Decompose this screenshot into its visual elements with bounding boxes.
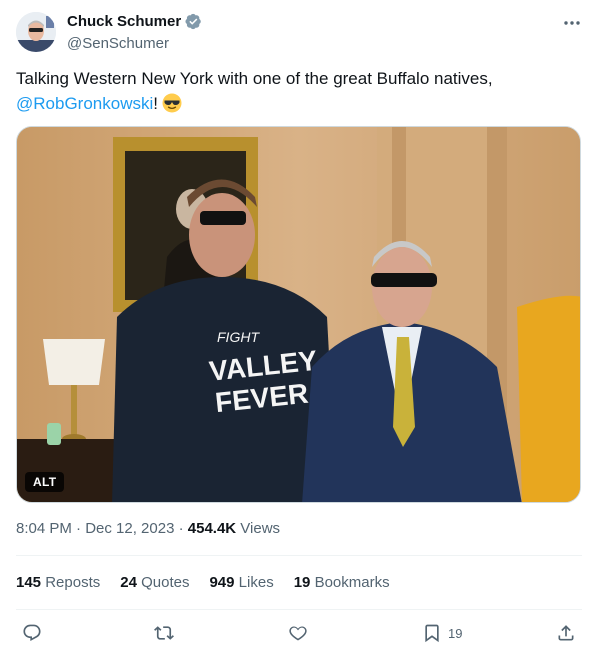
- avatar-image: [16, 12, 56, 52]
- bookmark-button[interactable]: 19: [422, 618, 462, 648]
- tweet-timestamp[interactable]: 8:04 PM · Dec 12, 2023 ·: [16, 520, 188, 537]
- reposts-count: 145: [16, 574, 42, 591]
- quotes-label: Quotes: [141, 574, 190, 591]
- mention-link[interactable]: @RobGronkowski: [16, 94, 153, 113]
- tweet-header: Chuck Schumer @SenSchumer: [16, 10, 582, 54]
- bookmarks-label: Bookmarks: [314, 574, 390, 591]
- user-handle[interactable]: @SenSchumer: [67, 35, 169, 52]
- alt-text-badge[interactable]: ALT: [25, 472, 65, 492]
- avatar[interactable]: [16, 12, 56, 52]
- verified-badge-icon: [185, 13, 201, 30]
- quotes-stat[interactable]: 24 Quotes: [120, 574, 189, 591]
- action-bar: 19: [16, 618, 582, 648]
- sunglasses-emoji-icon: [162, 93, 182, 120]
- tweet-meta: 8:04 PM · Dec 12, 2023 · 454.4K Views: [16, 520, 280, 537]
- quotes-count: 24: [120, 574, 137, 591]
- more-options-icon[interactable]: [562, 14, 582, 32]
- share-button[interactable]: [556, 618, 576, 648]
- likes-count: 949: [209, 574, 235, 591]
- repost-icon: [154, 626, 174, 640]
- bookmark-count: 19: [448, 625, 463, 641]
- tweet-text: Talking Western New York with one of the…: [16, 66, 576, 120]
- engagement-stats: 145 Reposts 24 Quotes 949 Likes 19 Bookm…: [16, 574, 390, 591]
- heart-icon: [289, 626, 307, 641]
- divider-bottom: [16, 609, 582, 610]
- repost-button[interactable]: [154, 618, 174, 648]
- likes-stat[interactable]: 949 Likes: [209, 574, 273, 591]
- reposts-label: Reposts: [45, 574, 101, 591]
- reply-icon: [23, 624, 41, 642]
- tweet-text-end: !: [153, 94, 158, 113]
- reposts-stat[interactable]: 145 Reposts: [16, 574, 100, 591]
- divider-top: [16, 555, 582, 556]
- like-button[interactable]: [288, 618, 308, 648]
- likes-label: Likes: [238, 574, 274, 591]
- sweatshirt-text-fight: FIGHT: [217, 329, 260, 345]
- bookmark-icon: [425, 624, 439, 643]
- tweet-text-main: Talking Western New York with one of the…: [16, 69, 493, 88]
- views-count: 454.4K: [187, 520, 237, 537]
- tweet-photo[interactable]: FIGHT VALLEY FEVER ALT: [16, 126, 581, 503]
- photo-illustration: FIGHT VALLEY FEVER: [17, 127, 580, 502]
- bookmarks-count: 19: [293, 574, 311, 591]
- reply-button[interactable]: [22, 618, 42, 648]
- share-icon: [558, 625, 574, 641]
- views-label: Views: [236, 520, 281, 537]
- display-name[interactable]: Chuck Schumer: [67, 13, 181, 30]
- bookmarks-stat[interactable]: 19 Bookmarks: [294, 574, 390, 591]
